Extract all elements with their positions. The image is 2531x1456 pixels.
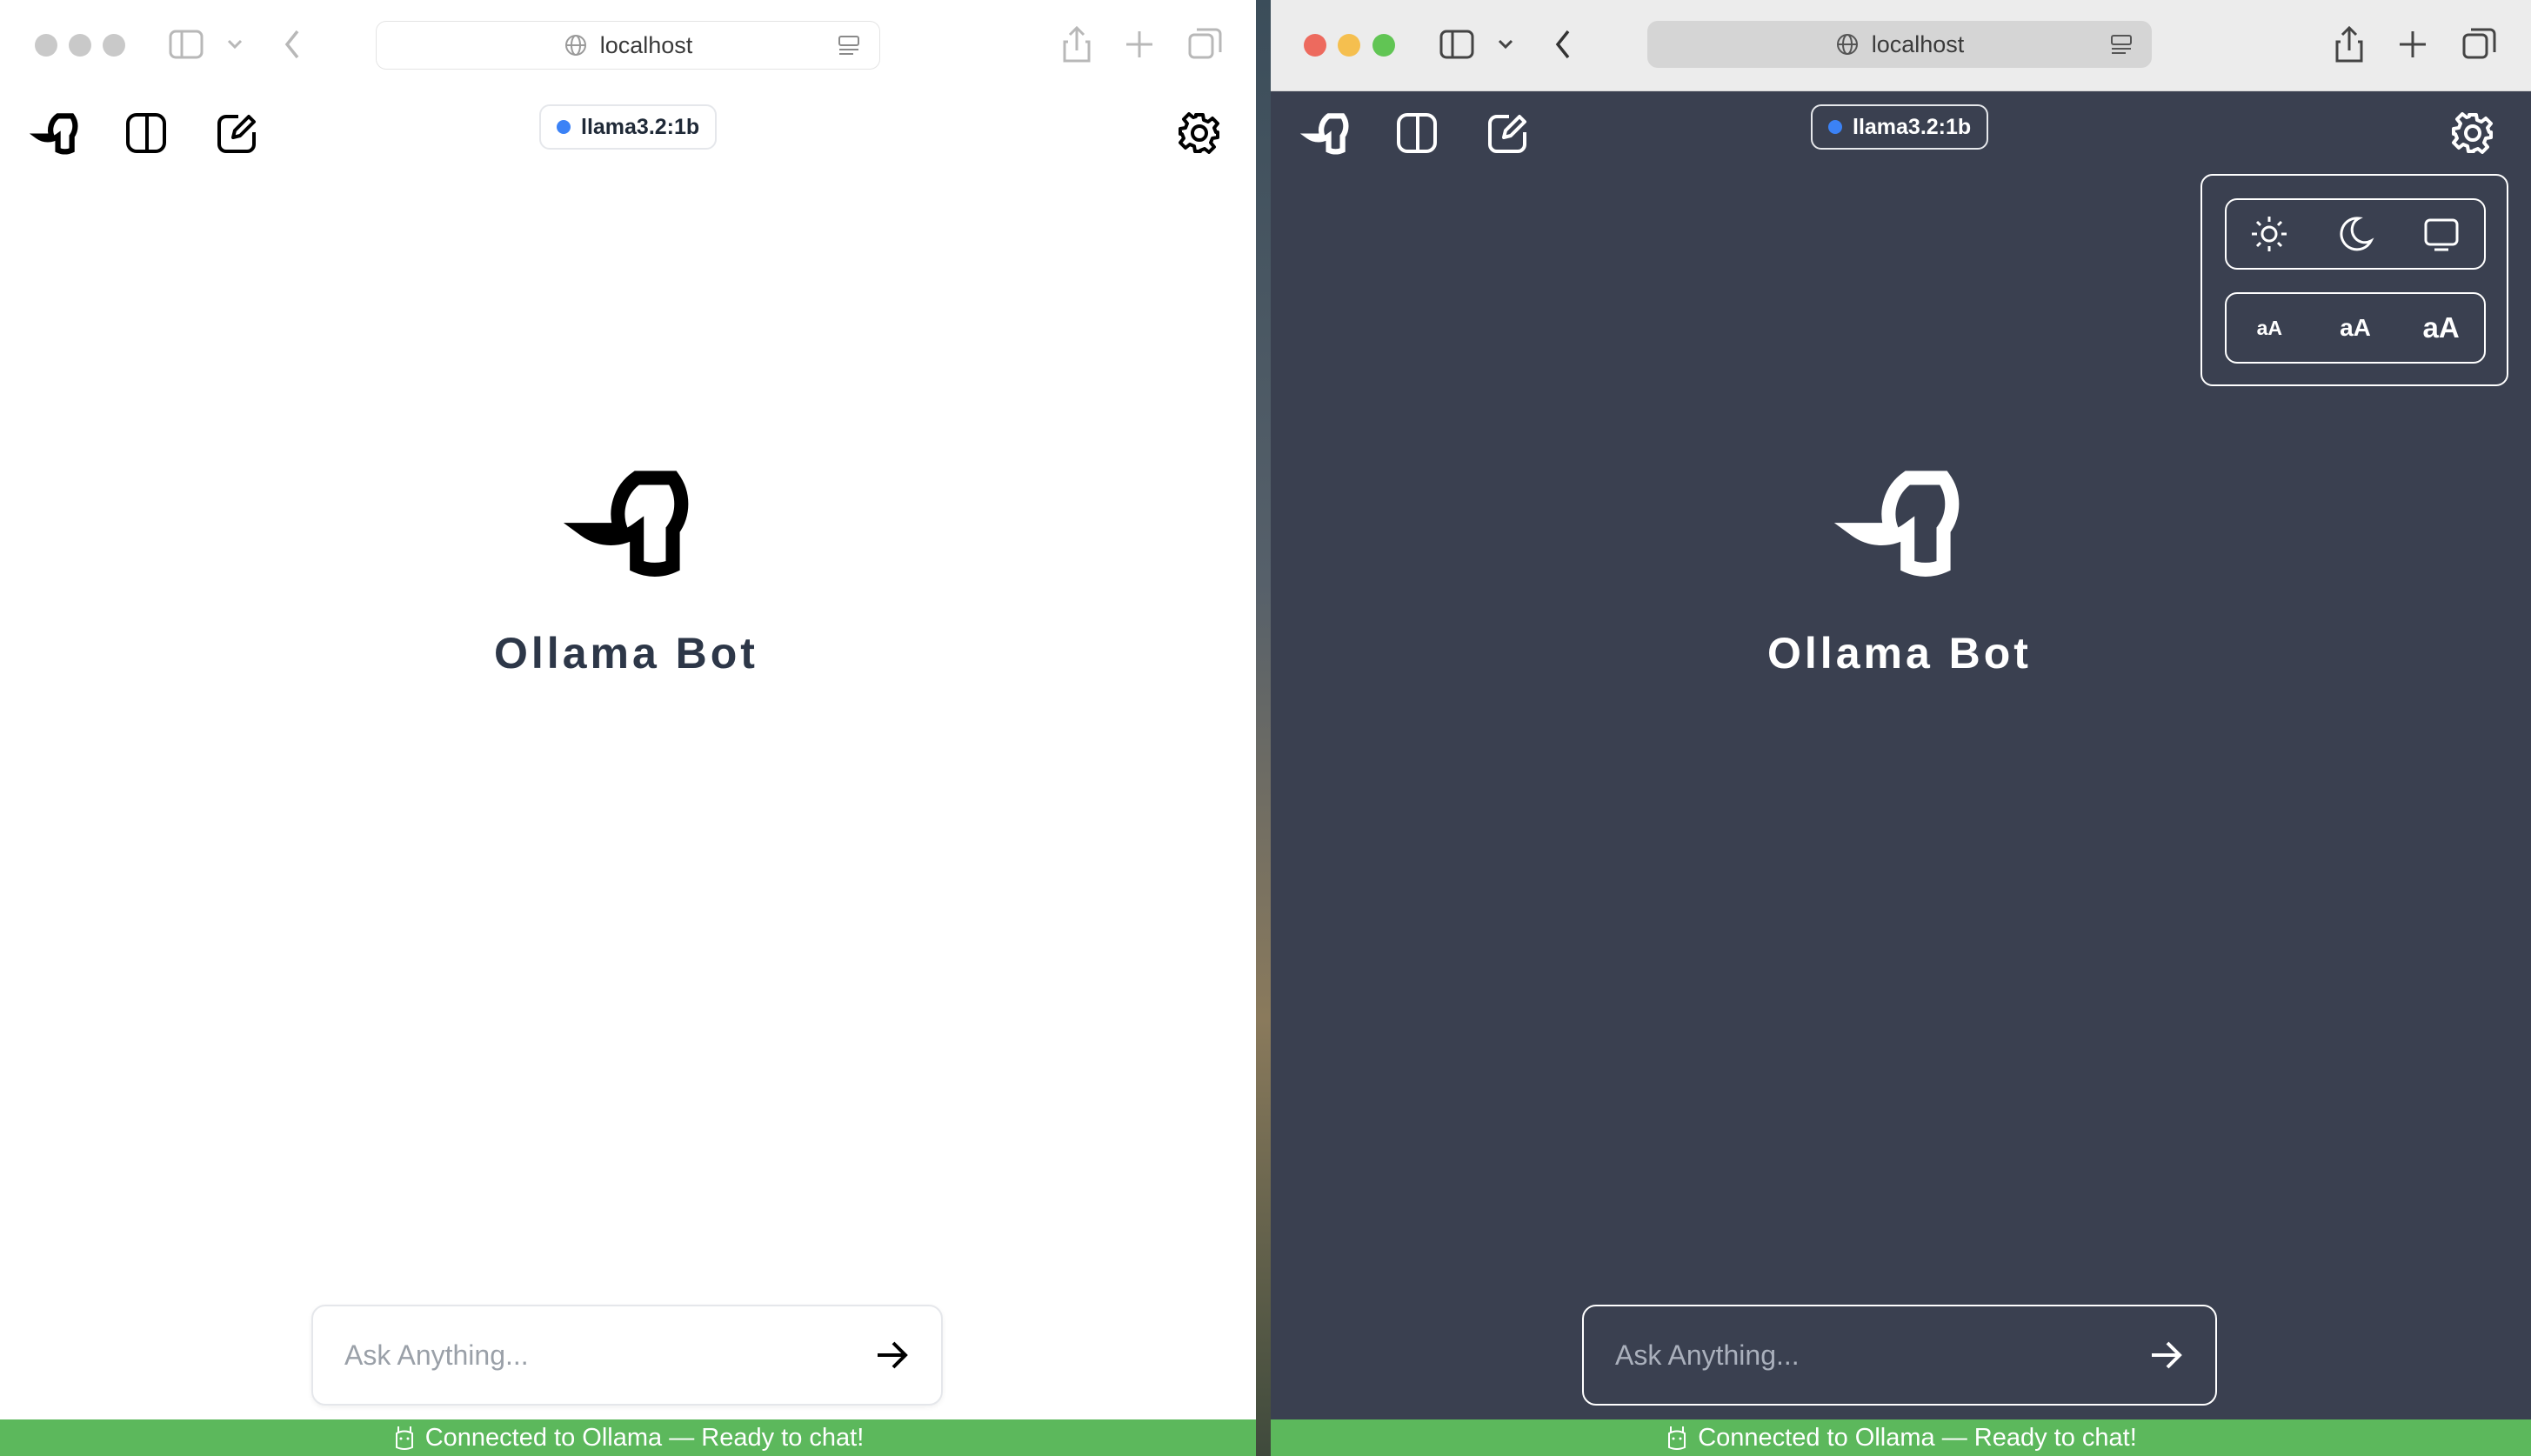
close-window-button[interactable] <box>1304 34 1326 57</box>
globe-icon <box>1836 34 1858 55</box>
connection-status-bar: Connected to Ollama — Ready to chat! <box>1271 1419 2531 1456</box>
moon-icon <box>2340 217 2374 251</box>
browser-window-light: localhost llama3.2:1b Ollama Bot Connect… <box>0 0 1256 1456</box>
app-title: Ollama Bot <box>494 629 758 678</box>
send-button[interactable] <box>2144 1332 2189 1378</box>
settings-gear-icon[interactable] <box>2444 104 2501 162</box>
address-bar[interactable]: localhost <box>376 21 880 70</box>
back-icon[interactable] <box>1551 26 1575 63</box>
logo-icon[interactable] <box>1297 104 1354 162</box>
sidebar-icon[interactable] <box>117 104 175 162</box>
zoom-window-button[interactable] <box>1372 34 1395 57</box>
tab-overview-icon[interactable] <box>2461 24 2499 64</box>
model-selector[interactable]: llama3.2:1b <box>539 104 718 150</box>
new-tab-icon[interactable] <box>2394 24 2432 64</box>
theme-switcher <box>2225 198 2486 270</box>
chat-input[interactable] <box>1613 1338 2144 1373</box>
llama-icon <box>1668 1426 1686 1450</box>
close-window-button[interactable] <box>35 34 57 57</box>
theme-light-button[interactable] <box>2239 208 2300 260</box>
arrow-right-icon <box>2152 1341 2182 1369</box>
browser-toolbar: localhost <box>0 0 1256 90</box>
hero-logo-icon <box>1826 448 1973 596</box>
reader-icon[interactable] <box>838 34 860 57</box>
settings-gear-icon[interactable] <box>1171 104 1228 162</box>
browser-window-dark: localhost llama3.2:1b aA aA aA Ollama Bo… <box>1271 0 2531 1456</box>
sidebar-toggle-icon[interactable] <box>1439 29 1474 60</box>
theme-system-button[interactable] <box>2411 208 2472 260</box>
font-size-large-button[interactable]: aA <box>2411 302 2472 354</box>
address-text: localhost <box>1871 30 1965 57</box>
chat-composer <box>1582 1305 2217 1406</box>
font-size-small-button[interactable]: aA <box>2239 302 2300 354</box>
new-chat-icon[interactable] <box>209 104 266 162</box>
tab-overview-icon[interactable] <box>1186 24 1225 64</box>
reader-icon[interactable] <box>2110 33 2133 56</box>
browser-toolbar: localhost <box>1271 0 2531 91</box>
sidebar-icon[interactable] <box>1388 104 1446 162</box>
llama-icon <box>395 1426 413 1450</box>
sidebar-toggle-icon[interactable] <box>169 29 204 60</box>
chat-input[interactable] <box>343 1338 870 1373</box>
back-icon[interactable] <box>280 26 304 63</box>
chevron-down-icon[interactable] <box>223 29 247 60</box>
model-status-dot <box>1828 120 1842 134</box>
minimize-window-button[interactable] <box>1338 34 1360 57</box>
logo-icon[interactable] <box>26 104 83 162</box>
globe-icon <box>564 35 586 56</box>
send-button[interactable] <box>870 1332 915 1378</box>
model-selector[interactable]: llama3.2:1b <box>1811 104 1989 150</box>
minimize-window-button[interactable] <box>69 34 91 57</box>
font-size-switcher: aA aA aA <box>2225 292 2486 364</box>
model-status-dot <box>557 120 571 134</box>
new-tab-icon[interactable] <box>1120 24 1159 64</box>
font-size-medium-button[interactable]: aA <box>2325 302 2386 354</box>
address-bar[interactable]: localhost <box>1647 21 2152 68</box>
chevron-down-icon[interactable] <box>1493 29 1518 60</box>
share-icon[interactable] <box>2330 24 2368 64</box>
app-title: Ollama Bot <box>1767 629 2032 678</box>
theme-dark-button[interactable] <box>2325 208 2386 260</box>
connection-status-bar: Connected to Ollama — Ready to chat! <box>0 1419 1256 1456</box>
monitor-icon <box>2424 218 2459 251</box>
status-text: Connected to Ollama — Ready to chat! <box>1698 1423 2137 1452</box>
share-icon[interactable] <box>1058 24 1096 64</box>
new-chat-icon[interactable] <box>1479 104 1537 162</box>
hero-logo-icon <box>555 448 703 596</box>
arrow-right-icon <box>878 1341 908 1369</box>
zoom-window-button[interactable] <box>103 34 125 57</box>
chat-composer <box>311 1305 943 1406</box>
settings-popup: aA aA aA <box>2200 174 2508 386</box>
sun-icon <box>2252 217 2287 251</box>
model-name: llama3.2:1b <box>581 114 700 139</box>
status-text: Connected to Ollama — Ready to chat! <box>424 1423 865 1452</box>
model-name: llama3.2:1b <box>1853 114 1972 139</box>
address-text: localhost <box>599 31 693 58</box>
